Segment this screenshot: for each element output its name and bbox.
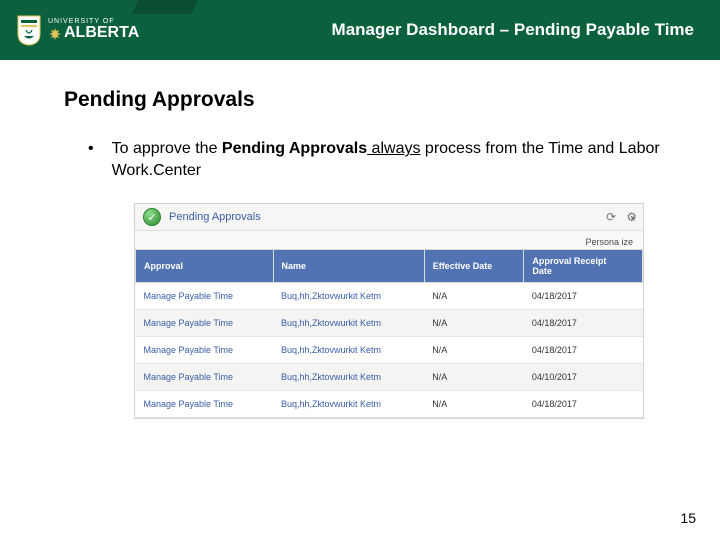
cell-effective: N/A: [424, 283, 524, 310]
page-number: 15: [680, 510, 696, 526]
col-name[interactable]: Name: [273, 250, 424, 283]
bullet-marker: •: [88, 138, 94, 181]
cell-name: Buq,hh,Zktovwurkit Ketm: [273, 283, 424, 310]
slide-title: Manager Dashboard – Pending Payable Time: [328, 14, 698, 46]
cell-receipt: 04/18/2017: [524, 283, 643, 310]
cell-receipt: 04/18/2017: [524, 391, 643, 418]
col-effective[interactable]: Effective Date: [424, 250, 524, 283]
check-circle-icon: ✓: [143, 208, 161, 226]
col-receipt[interactable]: Approval Receipt Date: [524, 250, 643, 283]
cell-approval: Manage Payable Time: [136, 337, 274, 364]
chevron-down-icon: ▾: [631, 214, 635, 223]
table-row[interactable]: Manage Payable TimeBuq,hh,Zktovwurkit Ke…: [136, 283, 643, 310]
cell-approval: Manage Payable Time: [136, 310, 274, 337]
logo-text-bottom: ALBERTA: [48, 25, 139, 42]
bullet-item: • To approve the Pending Approvals alway…: [64, 138, 664, 181]
header-decoration: [132, 0, 199, 14]
table-row[interactable]: Manage Payable TimeBuq,hh,Zktovwurkit Ke…: [136, 310, 643, 337]
cell-receipt: 04/18/2017: [524, 310, 643, 337]
cell-effective: N/A: [424, 310, 524, 337]
pending-approvals-panel: ✓ Pending Approvals ⟳ ⚙▾ Persona ize App…: [134, 203, 644, 419]
cell-name: Buq,hh,Zktovwurkit Ketm: [273, 391, 424, 418]
col-approval[interactable]: Approval: [136, 250, 274, 283]
university-logo: UNIVERSITY OF ALBERTA: [16, 14, 139, 46]
slide-header: UNIVERSITY OF ALBERTA Manager Dashboard …: [0, 0, 720, 60]
refresh-icon[interactable]: ⟳: [606, 210, 616, 224]
panel-header: ✓ Pending Approvals ⟳ ⚙▾: [135, 204, 643, 231]
cell-receipt: 04/10/2017: [524, 364, 643, 391]
bullet-text: To approve the Pending Approvals always …: [112, 138, 664, 181]
settings-menu[interactable]: ⚙▾: [626, 210, 635, 224]
cell-name: Buq,hh,Zktovwurkit Ketm: [273, 364, 424, 391]
table-row[interactable]: Manage Payable TimeBuq,hh,Zktovwurkit Ke…: [136, 391, 643, 418]
cell-name: Buq,hh,Zktovwurkit Ketm: [273, 337, 424, 364]
cell-approval: Manage Payable Time: [136, 283, 274, 310]
table-row[interactable]: Manage Payable TimeBuq,hh,Zktovwurkit Ke…: [136, 364, 643, 391]
approvals-table: Approval Name Effective Date Approval Re…: [135, 249, 643, 418]
panel-title: Pending Approvals: [169, 211, 261, 223]
shield-icon: [16, 14, 42, 46]
cell-approval: Manage Payable Time: [136, 364, 274, 391]
cell-name: Buq,hh,Zktovwurkit Ketm: [273, 310, 424, 337]
cell-approval: Manage Payable Time: [136, 391, 274, 418]
cell-receipt: 04/18/2017: [524, 337, 643, 364]
table-row[interactable]: Manage Payable TimeBuq,hh,Zktovwurkit Ke…: [136, 337, 643, 364]
cell-effective: N/A: [424, 364, 524, 391]
heading: Pending Approvals: [64, 88, 664, 112]
slide-content: Pending Approvals • To approve the Pendi…: [0, 60, 720, 419]
cell-effective: N/A: [424, 337, 524, 364]
cell-effective: N/A: [424, 391, 524, 418]
maple-leaf-icon: [48, 27, 62, 41]
personalize-link[interactable]: Persona ize: [135, 231, 643, 249]
